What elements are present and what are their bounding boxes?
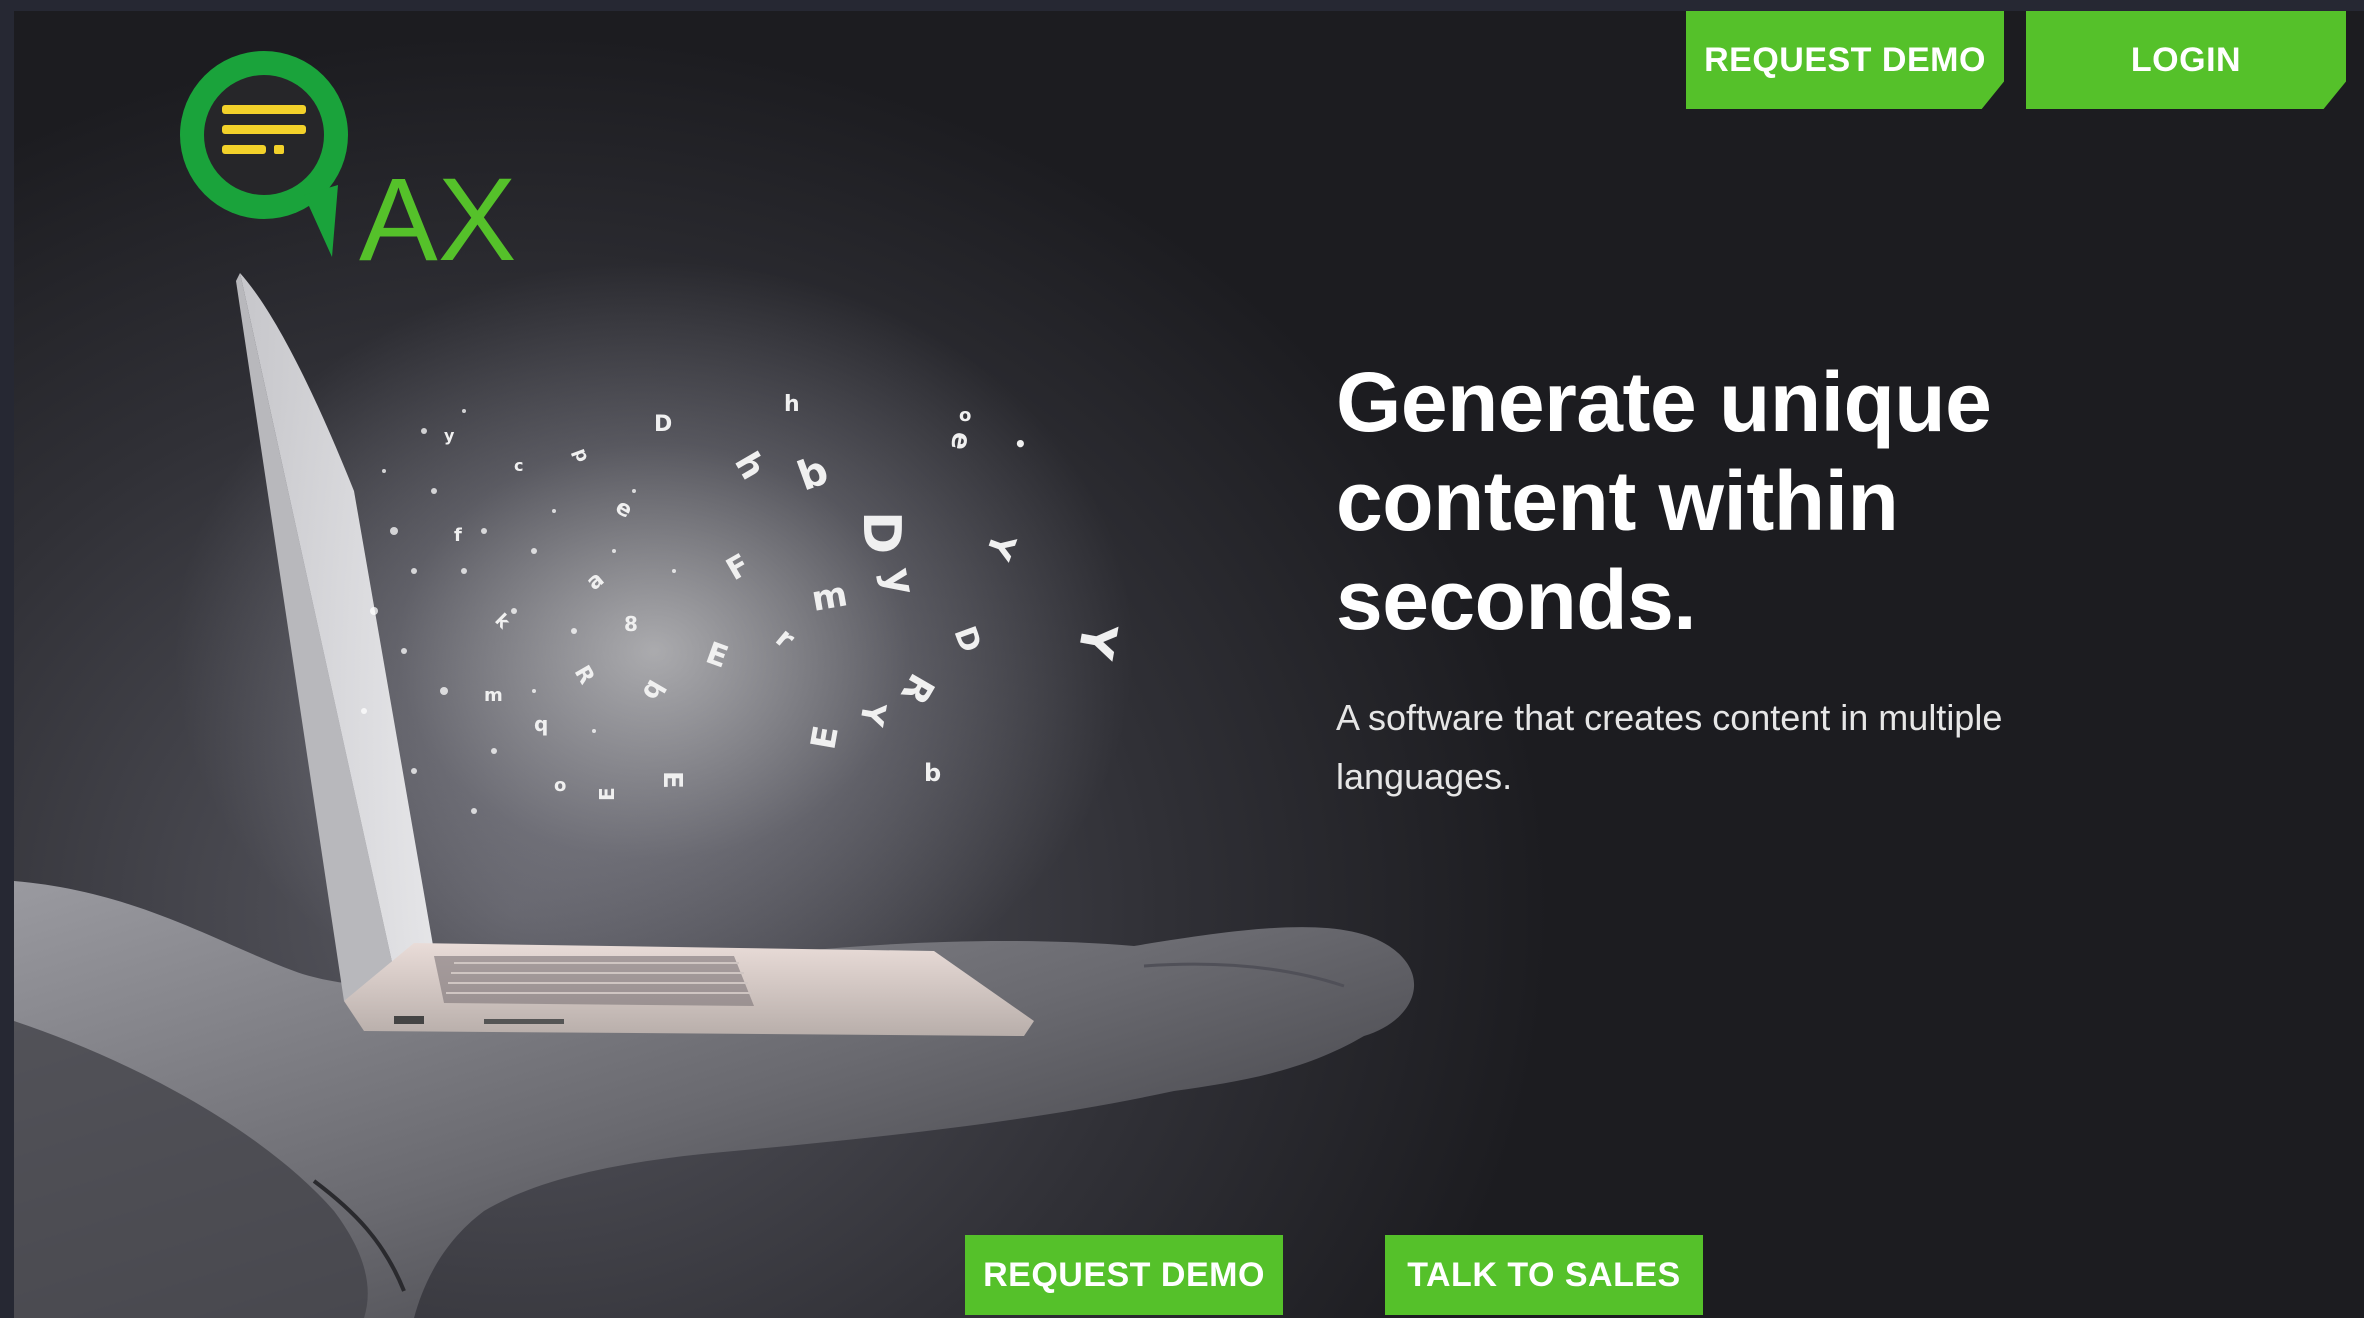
svg-text:k: k — [490, 610, 514, 634]
svg-text:e: e — [944, 430, 977, 453]
svg-text:Y: Y — [852, 699, 894, 730]
svg-text:y: y — [874, 565, 924, 599]
hero-headline: Generate unique content within seconds. — [1336, 355, 1992, 647]
svg-text:c: c — [514, 456, 523, 475]
svg-text:h: h — [726, 446, 773, 487]
svg-text:h: h — [784, 392, 800, 417]
svg-text:f: f — [454, 525, 462, 546]
svg-text:R: R — [569, 662, 599, 689]
svg-text:8: 8 — [624, 612, 638, 636]
svg-text:a: a — [582, 567, 609, 596]
svg-text:m: m — [484, 685, 503, 706]
hero-subheadline: A software that creates content in multi… — [1336, 697, 2003, 797]
svg-text:q: q — [534, 712, 548, 736]
svg-text:p: p — [569, 446, 593, 465]
svg-text:m: m — [809, 574, 851, 620]
logo-text: AX — [359, 154, 516, 275]
request-demo-button[interactable]: REQUEST DEMO — [1686, 11, 2004, 109]
svg-text:b: b — [792, 447, 835, 500]
page-frame: D y Y Y b h m R D E Y F r E q b E D e a … — [14, 11, 2364, 1318]
svg-text:D: D — [654, 412, 672, 437]
svg-text:e: e — [611, 495, 636, 524]
cta-request-demo-button[interactable]: REQUEST DEMO — [965, 1235, 1283, 1315]
svg-text:•: • — [1014, 432, 1027, 456]
login-button[interactable]: LOGIN — [2026, 11, 2346, 109]
logo[interactable]: AX — [154, 35, 534, 275]
svg-text:Y: Y — [977, 527, 1023, 565]
svg-text:R: R — [892, 667, 941, 712]
svg-text:y: y — [444, 426, 455, 445]
svg-text:r: r — [770, 621, 802, 655]
svg-text:F: F — [721, 547, 756, 588]
svg-text:q: q — [634, 673, 669, 704]
svg-text:o: o — [959, 405, 971, 426]
hero-section: Generate unique content within seconds. … — [1336, 353, 2096, 806]
svg-text:D: D — [851, 511, 911, 554]
svg-text:Y: Y — [1066, 618, 1128, 664]
chat-bubble-lines-icon — [180, 51, 348, 257]
svg-text:E: E — [701, 636, 732, 676]
svg-text:b: b — [924, 759, 941, 787]
svg-text:o: o — [554, 775, 566, 796]
svg-text:E: E — [595, 787, 619, 801]
svg-text:E: E — [657, 771, 687, 789]
svg-text:D: D — [946, 622, 987, 657]
svg-text:E: E — [803, 723, 846, 753]
talk-to-sales-button[interactable]: TALK TO SALES — [1385, 1235, 1703, 1315]
